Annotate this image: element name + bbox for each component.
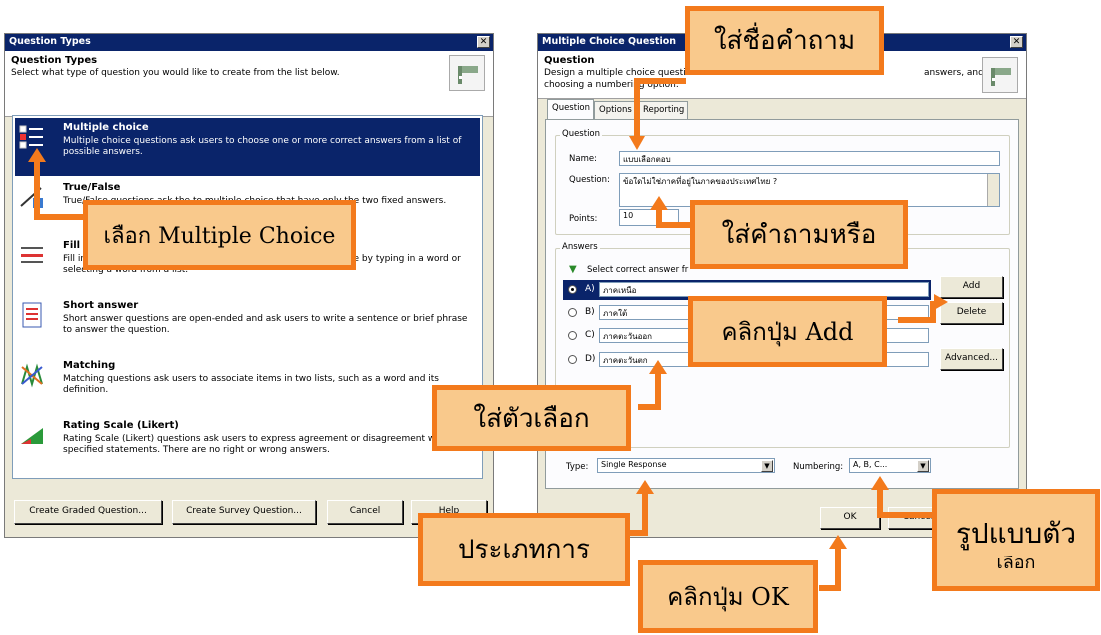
ok-button[interactable]: OK xyxy=(820,507,880,529)
wizard-logo-icon xyxy=(982,57,1018,93)
header-title: Question Types xyxy=(11,55,98,66)
numbering-select[interactable]: A, B, C... ▼ xyxy=(849,458,931,473)
annotation-arrow xyxy=(877,512,935,518)
matching-icon xyxy=(19,362,45,388)
answer-field[interactable]: ภาคเหนือ xyxy=(599,282,929,297)
item-title: Multiple choice xyxy=(63,122,149,133)
callout-question-type: ประเภทการ xyxy=(418,513,630,586)
annotation-arrowhead xyxy=(650,196,668,210)
correct-answer-radio[interactable] xyxy=(568,331,577,340)
callout-click-add: คลิกปุ่ม Add xyxy=(688,296,887,367)
type-select[interactable]: Single Response ▼ xyxy=(597,458,775,473)
cancel-button[interactable]: Cancel xyxy=(327,500,403,524)
multiple-choice-icon xyxy=(19,124,45,150)
dialog-title: Question Types xyxy=(9,36,91,47)
create-survey-question-button[interactable]: Create Survey Question... xyxy=(172,500,316,524)
points-label: Points: xyxy=(569,214,598,224)
header-subtitle: Select what type of question you would l… xyxy=(11,68,340,78)
fill-in-blank-icon xyxy=(19,242,45,268)
dialog-header: Question Types Select what type of quest… xyxy=(5,51,493,117)
annotation-arrowhead xyxy=(649,360,667,374)
item-description: Multiple choice questions ask users to c… xyxy=(63,136,462,157)
annotation-arrowhead xyxy=(829,535,847,549)
annotation-arrowhead xyxy=(28,148,46,162)
answer-letter: D) xyxy=(585,354,596,364)
correct-answer-radio[interactable] xyxy=(568,308,577,317)
callout-enter-question: ใส่คำถามหรือ xyxy=(690,200,908,269)
advanced-button[interactable]: Advanced... xyxy=(940,348,1003,370)
annotation-arrowhead xyxy=(636,480,654,494)
item-title: Rating Scale (Likert) xyxy=(63,420,179,431)
item-description: Rating Scale (Likert) questions ask user… xyxy=(63,434,447,455)
list-item-multiple-choice[interactable]: Multiple choice Multiple choice question… xyxy=(15,118,480,176)
item-description: Matching questions ask users to associat… xyxy=(63,374,439,395)
callout-enter-name: ใส่ชื่อคำถาม xyxy=(685,6,884,75)
callout-line-2: เลือก xyxy=(996,556,1036,568)
close-icon[interactable]: ✕ xyxy=(477,36,490,48)
annotation-arrow xyxy=(630,530,648,536)
chevron-down-icon[interactable]: ▼ xyxy=(761,460,773,472)
close-icon[interactable]: ✕ xyxy=(1010,36,1023,48)
annotation-arrowhead xyxy=(871,476,889,490)
type-value: Single Response xyxy=(601,460,667,469)
tab-reporting[interactable]: Reporting xyxy=(638,101,688,119)
header-subtitle-end: answers, and xyxy=(924,68,984,78)
callout-answer-format: รูปแบบตัว เลือก xyxy=(932,489,1100,591)
annotation-arrow xyxy=(638,404,661,410)
points-value: 10 xyxy=(623,211,634,220)
item-description: Short answer questions are open-ended an… xyxy=(63,314,468,335)
answer-letter: A) xyxy=(585,284,595,294)
short-answer-icon xyxy=(19,302,45,328)
scrollbar[interactable] xyxy=(987,174,999,206)
group-label: Answers xyxy=(560,242,600,252)
annotation-arrow xyxy=(634,78,640,138)
question-type-list[interactable]: Multiple choice Multiple choice question… xyxy=(12,115,483,479)
item-title: Matching xyxy=(63,360,116,371)
callout-enter-choices: ใส่ตัวเลือก xyxy=(432,385,631,451)
chevron-down-icon[interactable]: ▼ xyxy=(917,460,929,472)
dialog-titlebar: Question Types ✕ xyxy=(5,34,493,51)
question-label: Question: xyxy=(569,175,610,185)
list-item-short-answer[interactable]: Short answer Short answer questions are … xyxy=(15,296,480,354)
item-title: Short answer xyxy=(63,300,139,311)
group-label: Question xyxy=(560,129,603,139)
tab-options[interactable]: Options xyxy=(594,101,638,119)
header-subtitle-line2: choosing a numbering option. xyxy=(544,80,679,90)
item-title: True/False xyxy=(63,182,121,193)
annotation-arrow xyxy=(634,78,686,84)
question-text: ข้อใดไม่ใช่ภาคที่อยู่ในภาคของประเทศไทย ? xyxy=(623,177,778,186)
wizard-logo-icon xyxy=(449,55,485,91)
numbering-label: Numbering: xyxy=(793,462,844,472)
tab-question[interactable]: Question xyxy=(547,99,594,119)
true-false-icon xyxy=(19,184,45,210)
answer-letter: C) xyxy=(585,330,595,340)
name-label: Name: xyxy=(569,154,597,164)
correct-answer-radio[interactable] xyxy=(568,285,577,294)
dialog-title: Multiple Choice Question xyxy=(542,36,677,47)
annotation-arrow xyxy=(819,585,841,591)
add-button[interactable]: Add xyxy=(940,276,1003,298)
annotation-arrow xyxy=(656,208,662,228)
header-subtitle-start: Design a multiple choice question xyxy=(544,68,697,78)
list-item-matching[interactable]: Matching Matching questions ask users to… xyxy=(15,356,480,414)
answers-hint: Select correct answer fr xyxy=(587,265,689,275)
type-label: Type: xyxy=(566,462,589,472)
numbering-value: A, B, C... xyxy=(853,460,888,469)
callout-click-ok: คลิกปุ่ม OK xyxy=(638,560,818,633)
annotation-arrow xyxy=(34,160,40,220)
callout-line-1: รูปแบบตัว xyxy=(955,517,1077,550)
correct-answer-radio[interactable] xyxy=(568,355,577,364)
callout-choose-multiple-choice: เลือก Multiple Choice xyxy=(83,200,356,270)
annotation-arrowhead xyxy=(629,136,645,150)
create-graded-question-button[interactable]: Create Graded Question... xyxy=(14,500,162,524)
annotation-arrowhead xyxy=(934,294,948,310)
annotation-arrow xyxy=(898,317,934,323)
name-field[interactable]: แบบเลือกตอบ xyxy=(619,151,1000,166)
annotation-arrow xyxy=(34,214,86,220)
green-arrow-icon: ▼ xyxy=(569,264,577,275)
answer-letter: B) xyxy=(585,307,595,317)
delete-button[interactable]: Delete xyxy=(940,302,1003,324)
list-item-rating-scale[interactable]: Rating Scale (Likert) Rating Scale (Like… xyxy=(15,416,480,474)
rating-scale-icon xyxy=(19,422,45,448)
